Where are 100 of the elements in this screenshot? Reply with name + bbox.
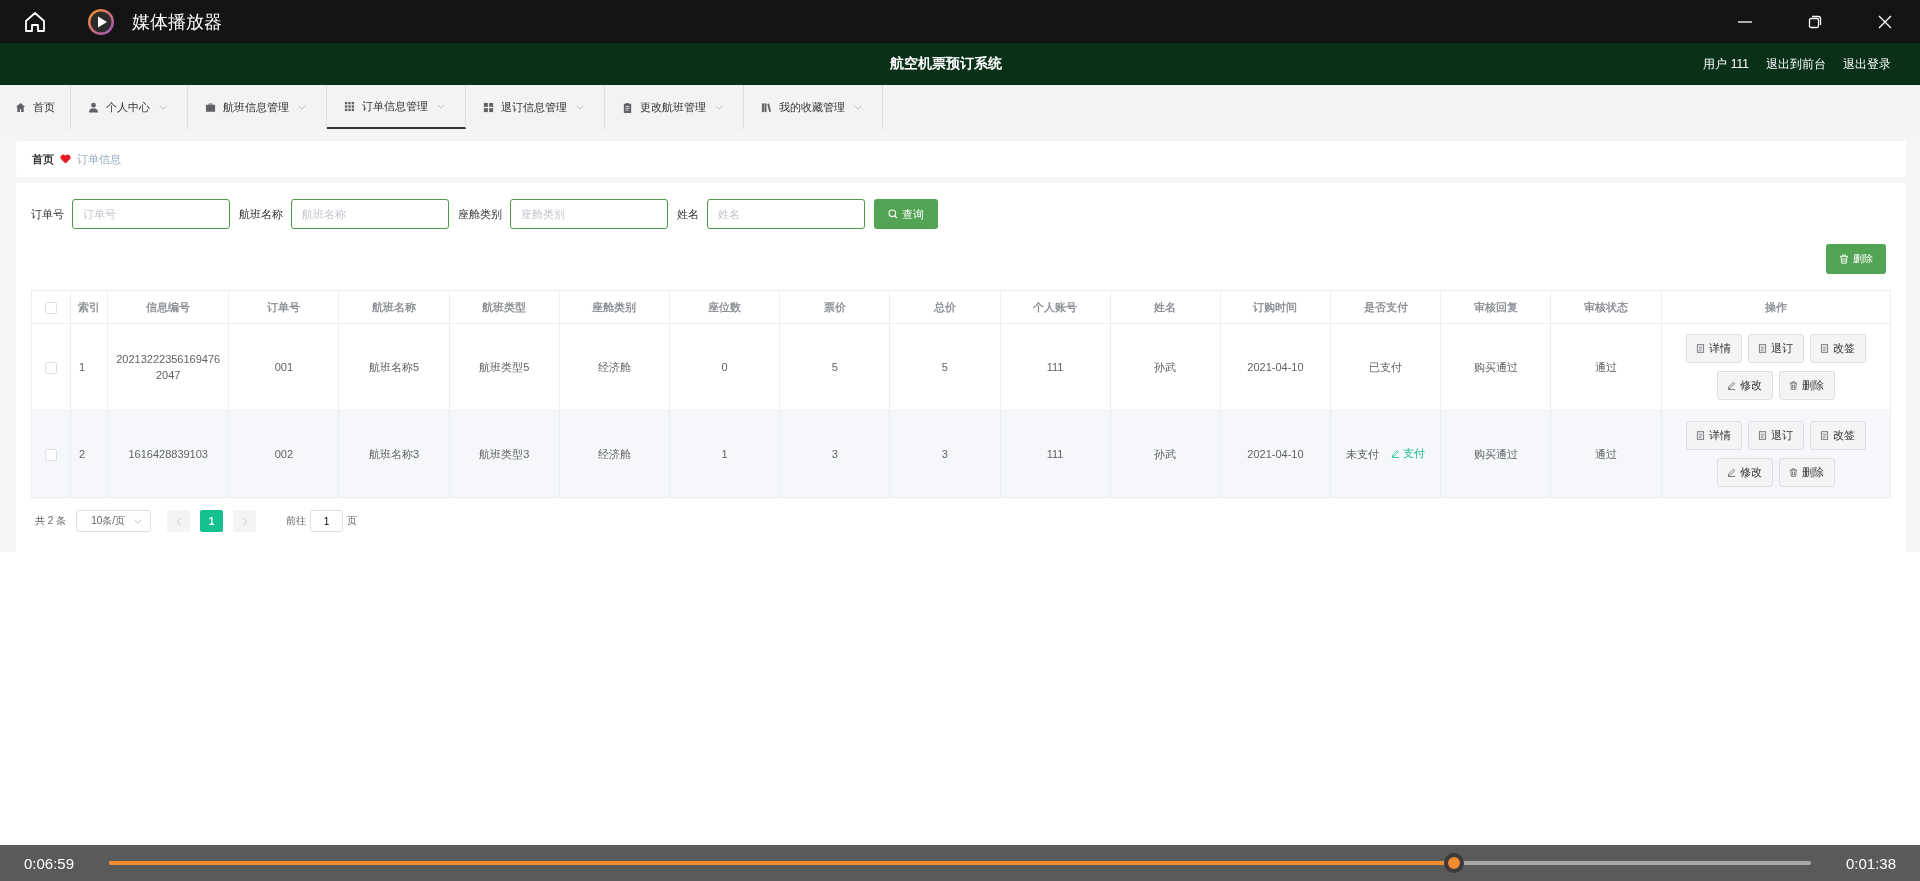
books-icon bbox=[761, 101, 772, 113]
page-size-select[interactable]: 10条/页 bbox=[76, 510, 152, 532]
table-cell: 2021-04-10 bbox=[1247, 448, 1304, 460]
pencil-icon bbox=[1727, 381, 1737, 390]
seek-bar[interactable] bbox=[109, 853, 1811, 873]
document-icon bbox=[1696, 344, 1706, 353]
search-field[interactable]: 姓名 bbox=[707, 199, 865, 229]
trash-icon bbox=[1839, 254, 1849, 264]
table-cell: 1 bbox=[79, 361, 86, 373]
checkbox[interactable] bbox=[45, 301, 58, 314]
app-title: 媒体播放器 bbox=[132, 10, 222, 34]
table-cell: 购买通过 bbox=[1473, 360, 1518, 373]
column-header: 航班名称 bbox=[372, 300, 417, 313]
checkbox[interactable] bbox=[45, 361, 58, 374]
table-cell-text: 20213222356169476 2047 bbox=[115, 351, 222, 383]
table-cell: 航班类型3 bbox=[479, 447, 530, 460]
grid-icon bbox=[344, 100, 355, 112]
action-button[interactable]: 详情 bbox=[1685, 334, 1742, 363]
home-icon bbox=[23, 9, 47, 34]
table-cell-text: 1616428839103 bbox=[128, 446, 208, 462]
document-icon bbox=[1820, 431, 1830, 440]
close-icon bbox=[1877, 13, 1893, 30]
user-icon bbox=[88, 101, 99, 113]
table-cell: 航班名称5 bbox=[369, 360, 420, 373]
goto-label: 前往 bbox=[286, 514, 307, 528]
table-cell: 通过 bbox=[1594, 360, 1617, 373]
chevron-right-icon bbox=[241, 516, 248, 526]
table-cell: 2 bbox=[79, 448, 86, 460]
heart-icon bbox=[60, 154, 71, 164]
document-icon bbox=[1820, 344, 1830, 353]
action-button[interactable]: 修改 bbox=[1716, 371, 1773, 400]
table-cell: 经济舱 bbox=[597, 447, 631, 460]
minimize-icon bbox=[1738, 20, 1752, 23]
remaining-time: 0:01:38 bbox=[1845, 854, 1896, 872]
column-header: 座舱类别 bbox=[592, 300, 637, 313]
trash-icon bbox=[1789, 381, 1799, 390]
home-icon bbox=[15, 101, 26, 113]
system-title: 航空机票预订系统 bbox=[889, 55, 1002, 73]
column-header: 座位数 bbox=[708, 300, 742, 313]
page-field[interactable]: 1 bbox=[310, 510, 344, 532]
action-button[interactable]: 修改 bbox=[1716, 458, 1773, 487]
table-cell: 0 bbox=[721, 361, 728, 373]
column-header: 审核回复 bbox=[1473, 300, 1518, 313]
table-cell: 2021-04-10 bbox=[1247, 361, 1304, 373]
table-cell: 通过 bbox=[1594, 447, 1617, 460]
table-cell: 111 bbox=[1046, 448, 1064, 460]
action-button[interactable]: 退订 bbox=[1747, 334, 1804, 363]
table-cell: 未支付 bbox=[1346, 448, 1380, 460]
breadcrumb-current: 订单信息 bbox=[77, 151, 121, 167]
header-link[interactable]: 退出登录 bbox=[1843, 55, 1891, 73]
field-label: 姓名 bbox=[677, 206, 699, 222]
document-icon bbox=[1696, 431, 1706, 440]
current-time: 0:06:59 bbox=[24, 854, 75, 872]
table-cell: 5 bbox=[831, 361, 838, 373]
table-cell: 001 bbox=[274, 361, 294, 373]
header-link[interactable]: 退出到前台 bbox=[1766, 55, 1826, 73]
column-header: 索引 bbox=[78, 300, 101, 313]
search-icon bbox=[888, 209, 898, 219]
action-button[interactable]: 删除 bbox=[1778, 458, 1835, 487]
table-cell: 已支付 bbox=[1369, 360, 1403, 373]
caret-icon bbox=[134, 518, 143, 524]
column-header: 审核状态 bbox=[1583, 300, 1628, 313]
table-cell: 111 bbox=[1046, 361, 1064, 373]
action-button[interactable]: 删除 bbox=[1778, 371, 1835, 400]
column-header: 票价 bbox=[823, 300, 846, 313]
column-header: 航班类型 bbox=[482, 300, 527, 313]
table-cell: 5 bbox=[941, 361, 948, 373]
checkbox[interactable] bbox=[45, 448, 58, 461]
table-cell: 孙武 bbox=[1154, 360, 1177, 373]
table-cell: 002 bbox=[274, 448, 294, 460]
action-button[interactable]: 详情 bbox=[1685, 421, 1742, 450]
column-header: 操作 bbox=[1764, 300, 1787, 313]
prev-page-button[interactable] bbox=[167, 510, 191, 532]
seek-thumb[interactable] bbox=[1443, 853, 1464, 873]
field-label: 座舱类别 bbox=[458, 206, 502, 222]
restore-icon bbox=[1807, 13, 1823, 30]
goto-suffix: 页 bbox=[347, 514, 358, 528]
user-label: 用户 111 bbox=[1703, 55, 1749, 73]
play-logo-icon bbox=[87, 7, 115, 36]
pencil-icon bbox=[1727, 468, 1737, 477]
squares-icon bbox=[483, 101, 494, 113]
next-page-button[interactable] bbox=[233, 510, 257, 532]
column-header: 姓名 bbox=[1154, 300, 1177, 313]
action-button[interactable]: 退订 bbox=[1747, 421, 1804, 450]
action-button[interactable]: 改签 bbox=[1809, 334, 1866, 363]
chevron-left-icon bbox=[175, 516, 182, 526]
column-header: 总价 bbox=[933, 300, 956, 313]
column-header: 个人账号 bbox=[1033, 300, 1078, 313]
field-label: 订单号 bbox=[31, 206, 64, 222]
column-header: 是否支付 bbox=[1363, 300, 1408, 313]
table-cell: 航班类型5 bbox=[479, 360, 530, 373]
document-icon bbox=[1758, 344, 1768, 353]
table-cell: 购买通过 bbox=[1473, 447, 1518, 460]
briefcase-icon bbox=[205, 101, 216, 113]
action-button[interactable]: 改签 bbox=[1809, 421, 1866, 450]
table-cell: 1 bbox=[721, 448, 728, 460]
document-icon bbox=[1758, 431, 1768, 440]
table-cell: 孙武 bbox=[1154, 447, 1177, 460]
breadcrumb-link[interactable]: 首页 bbox=[32, 151, 54, 167]
column-header: 订单号 bbox=[267, 300, 301, 313]
